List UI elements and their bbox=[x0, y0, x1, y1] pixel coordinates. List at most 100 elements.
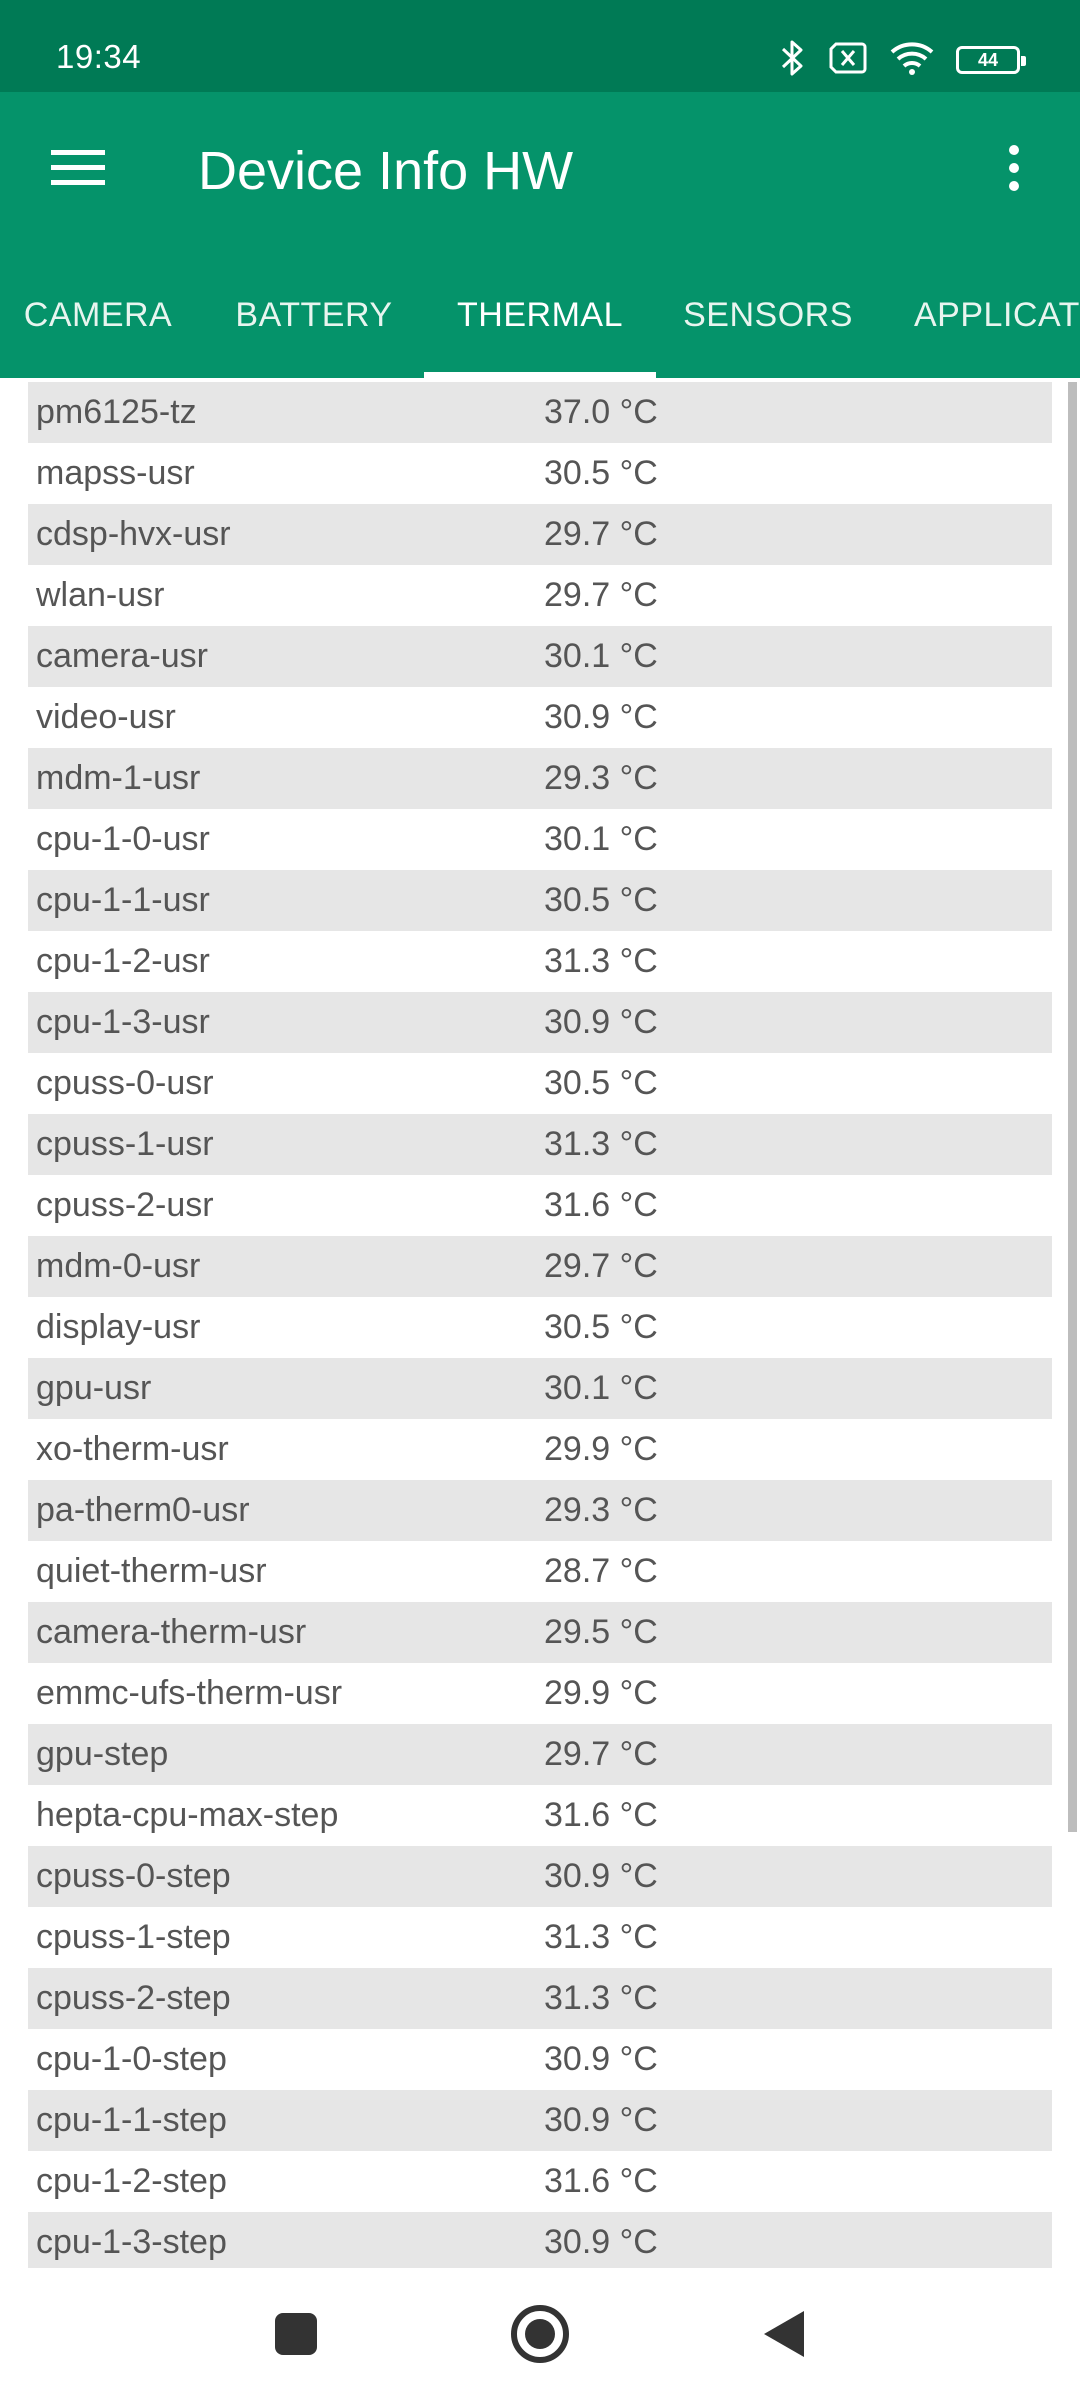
table-row: mdm-0-usr 29.7 °C bbox=[28, 1236, 1052, 1297]
sensor-name: cpuss-1-usr bbox=[36, 1125, 214, 1163]
sensor-name: cpu-1-2-step bbox=[36, 2162, 227, 2200]
table-row: cpu-1-3-step 30.9 °C bbox=[28, 2212, 1052, 2273]
sensor-temperature: 30.5 °C bbox=[544, 1308, 658, 1346]
sensor-temperature: 31.3 °C bbox=[544, 1125, 658, 1163]
table-row: cpuss-1-step 31.3 °C bbox=[28, 1907, 1052, 1968]
sensor-name: cpuss-0-step bbox=[36, 1857, 231, 1895]
sensor-name: cpu-1-3-step bbox=[36, 2223, 227, 2261]
battery-icon: 44 bbox=[956, 46, 1026, 74]
sensor-temperature: 31.6 °C bbox=[544, 2162, 658, 2200]
table-row: camera-therm-usr 29.5 °C bbox=[28, 1602, 1052, 1663]
sensor-name: gpu-usr bbox=[36, 1369, 152, 1407]
table-row: cpuss-2-step 31.3 °C bbox=[28, 1968, 1052, 2029]
wifi-icon bbox=[890, 41, 934, 80]
table-row: cpu-1-0-usr 30.1 °C bbox=[28, 809, 1052, 870]
sensor-name: emmc-ufs-therm-usr bbox=[36, 1674, 343, 1712]
sensor-temperature: 30.9 °C bbox=[544, 2223, 658, 2261]
sensor-name: cpuss-1-step bbox=[36, 1918, 231, 1956]
sensor-temperature: 29.3 °C bbox=[544, 759, 658, 797]
status-time: 19:34 bbox=[56, 38, 142, 75]
tab-camera[interactable]: CAMERA bbox=[0, 252, 196, 378]
sensor-temperature: 29.7 °C bbox=[544, 515, 658, 553]
table-row: xo-therm-usr 29.9 °C bbox=[28, 1419, 1052, 1480]
sensor-temperature: 29.7 °C bbox=[544, 1735, 658, 1773]
sensor-name: video-usr bbox=[36, 698, 176, 736]
thermal-list[interactable]: pm6125-tz 37.0 °C mapss-usr 30.5 °C cdsp-hvx… bbox=[28, 382, 1052, 2273]
table-row: cpuss-2-usr 31.6 °C bbox=[28, 1175, 1052, 1236]
sensor-name: cpuss-2-usr bbox=[36, 1186, 214, 1224]
tab-sensors[interactable]: SENSORS bbox=[668, 252, 868, 378]
sensor-name: mdm-0-usr bbox=[36, 1247, 201, 1285]
table-row: mdm-1-usr 29.3 °C bbox=[28, 748, 1052, 809]
sensor-temperature: 30.9 °C bbox=[544, 2101, 658, 2139]
table-row: quiet-therm-usr 28.7 °C bbox=[28, 1541, 1052, 1602]
table-row: cpu-1-2-usr 31.3 °C bbox=[28, 931, 1052, 992]
sensor-name: cdsp-hvx-usr bbox=[36, 515, 231, 553]
navigation-bar bbox=[0, 2268, 1080, 2400]
sensor-name: cpu-1-3-usr bbox=[36, 1003, 210, 1041]
sensor-temperature: 29.9 °C bbox=[544, 1430, 658, 1468]
recents-icon[interactable] bbox=[256, 2298, 336, 2370]
table-row: pm6125-tz 37.0 °C bbox=[28, 382, 1052, 443]
sensor-name: camera-therm-usr bbox=[36, 1613, 307, 1651]
sensor-name: cpu-1-2-usr bbox=[36, 942, 210, 980]
more-vert-icon[interactable] bbox=[984, 132, 1044, 204]
sensor-name: display-usr bbox=[36, 1308, 201, 1346]
sensor-temperature: 31.6 °C bbox=[544, 1796, 658, 1834]
status-bar: 19:34 44 bbox=[0, 0, 1080, 92]
sensor-temperature: 29.7 °C bbox=[544, 576, 658, 614]
table-row: cdsp-hvx-usr 29.7 °C bbox=[28, 504, 1052, 565]
sensor-temperature: 30.5 °C bbox=[544, 454, 658, 492]
back-icon[interactable] bbox=[744, 2298, 824, 2370]
sensor-temperature: 29.9 °C bbox=[544, 1674, 658, 1712]
sensor-name: gpu-step bbox=[36, 1735, 169, 1773]
tab-bar: CAMERA BATTERY THERMAL SENSORS APPLICAT bbox=[0, 252, 1080, 378]
table-row: video-usr 30.9 °C bbox=[28, 687, 1052, 748]
sensor-temperature: 30.9 °C bbox=[544, 2040, 658, 2078]
sensor-name: hepta-cpu-max-step bbox=[36, 1796, 339, 1834]
sensor-name: pa-therm0-usr bbox=[36, 1491, 250, 1529]
home-icon[interactable] bbox=[500, 2298, 580, 2370]
sensor-temperature: 30.9 °C bbox=[544, 1003, 658, 1041]
app-bar: Device Info HW bbox=[0, 92, 1080, 252]
sensor-name: camera-usr bbox=[36, 637, 208, 675]
sensor-name: cpu-1-0-usr bbox=[36, 820, 210, 858]
hamburger-menu-icon[interactable] bbox=[42, 132, 114, 204]
tab-thermal[interactable]: THERMAL bbox=[424, 252, 656, 378]
sensor-temperature: 29.5 °C bbox=[544, 1613, 658, 1651]
active-tab-indicator bbox=[424, 372, 656, 378]
table-row: cpu-1-1-step 30.9 °C bbox=[28, 2090, 1052, 2151]
app-title: Device Info HW bbox=[198, 141, 574, 201]
bluetooth-icon bbox=[780, 38, 806, 83]
scrollbar[interactable] bbox=[1068, 382, 1077, 1832]
sensor-temperature: 29.3 °C bbox=[544, 1491, 658, 1529]
tab-applications[interactable]: APPLICAT bbox=[902, 252, 1080, 378]
table-row: cpu-1-3-usr 30.9 °C bbox=[28, 992, 1052, 1053]
battery-level: 44 bbox=[977, 49, 999, 70]
tab-battery[interactable]: BATTERY bbox=[214, 252, 414, 378]
table-row: pa-therm0-usr 29.3 °C bbox=[28, 1480, 1052, 1541]
sensor-temperature: 30.5 °C bbox=[544, 1064, 658, 1102]
sensor-temperature: 31.3 °C bbox=[544, 942, 658, 980]
sensor-temperature: 30.5 °C bbox=[544, 881, 658, 919]
sensor-name: cpu-1-0-step bbox=[36, 2040, 227, 2078]
sensor-name: cpuss-2-step bbox=[36, 1979, 231, 2017]
sensor-temperature: 37.0 °C bbox=[544, 393, 658, 431]
table-row: gpu-usr 30.1 °C bbox=[28, 1358, 1052, 1419]
sensor-temperature: 30.1 °C bbox=[544, 820, 658, 858]
sensor-temperature: 31.3 °C bbox=[544, 1918, 658, 1956]
table-row: display-usr 30.5 °C bbox=[28, 1297, 1052, 1358]
table-row: emmc-ufs-therm-usr 29.9 °C bbox=[28, 1663, 1052, 1724]
sensor-temperature: 30.9 °C bbox=[544, 1857, 658, 1895]
sensor-name: wlan-usr bbox=[36, 576, 165, 614]
sensor-name: mapss-usr bbox=[36, 454, 195, 492]
table-row: hepta-cpu-max-step 31.6 °C bbox=[28, 1785, 1052, 1846]
table-row: cpu-1-0-step 30.9 °C bbox=[28, 2029, 1052, 2090]
table-row: cpuss-0-step 30.9 °C bbox=[28, 1846, 1052, 1907]
table-row: cpu-1-1-usr 30.5 °C bbox=[28, 870, 1052, 931]
sensor-temperature: 31.3 °C bbox=[544, 1979, 658, 2017]
no-sim-icon bbox=[828, 41, 868, 80]
sensor-name: mdm-1-usr bbox=[36, 759, 201, 797]
sensor-temperature: 28.7 °C bbox=[544, 1552, 658, 1590]
table-row: cpuss-0-usr 30.5 °C bbox=[28, 1053, 1052, 1114]
